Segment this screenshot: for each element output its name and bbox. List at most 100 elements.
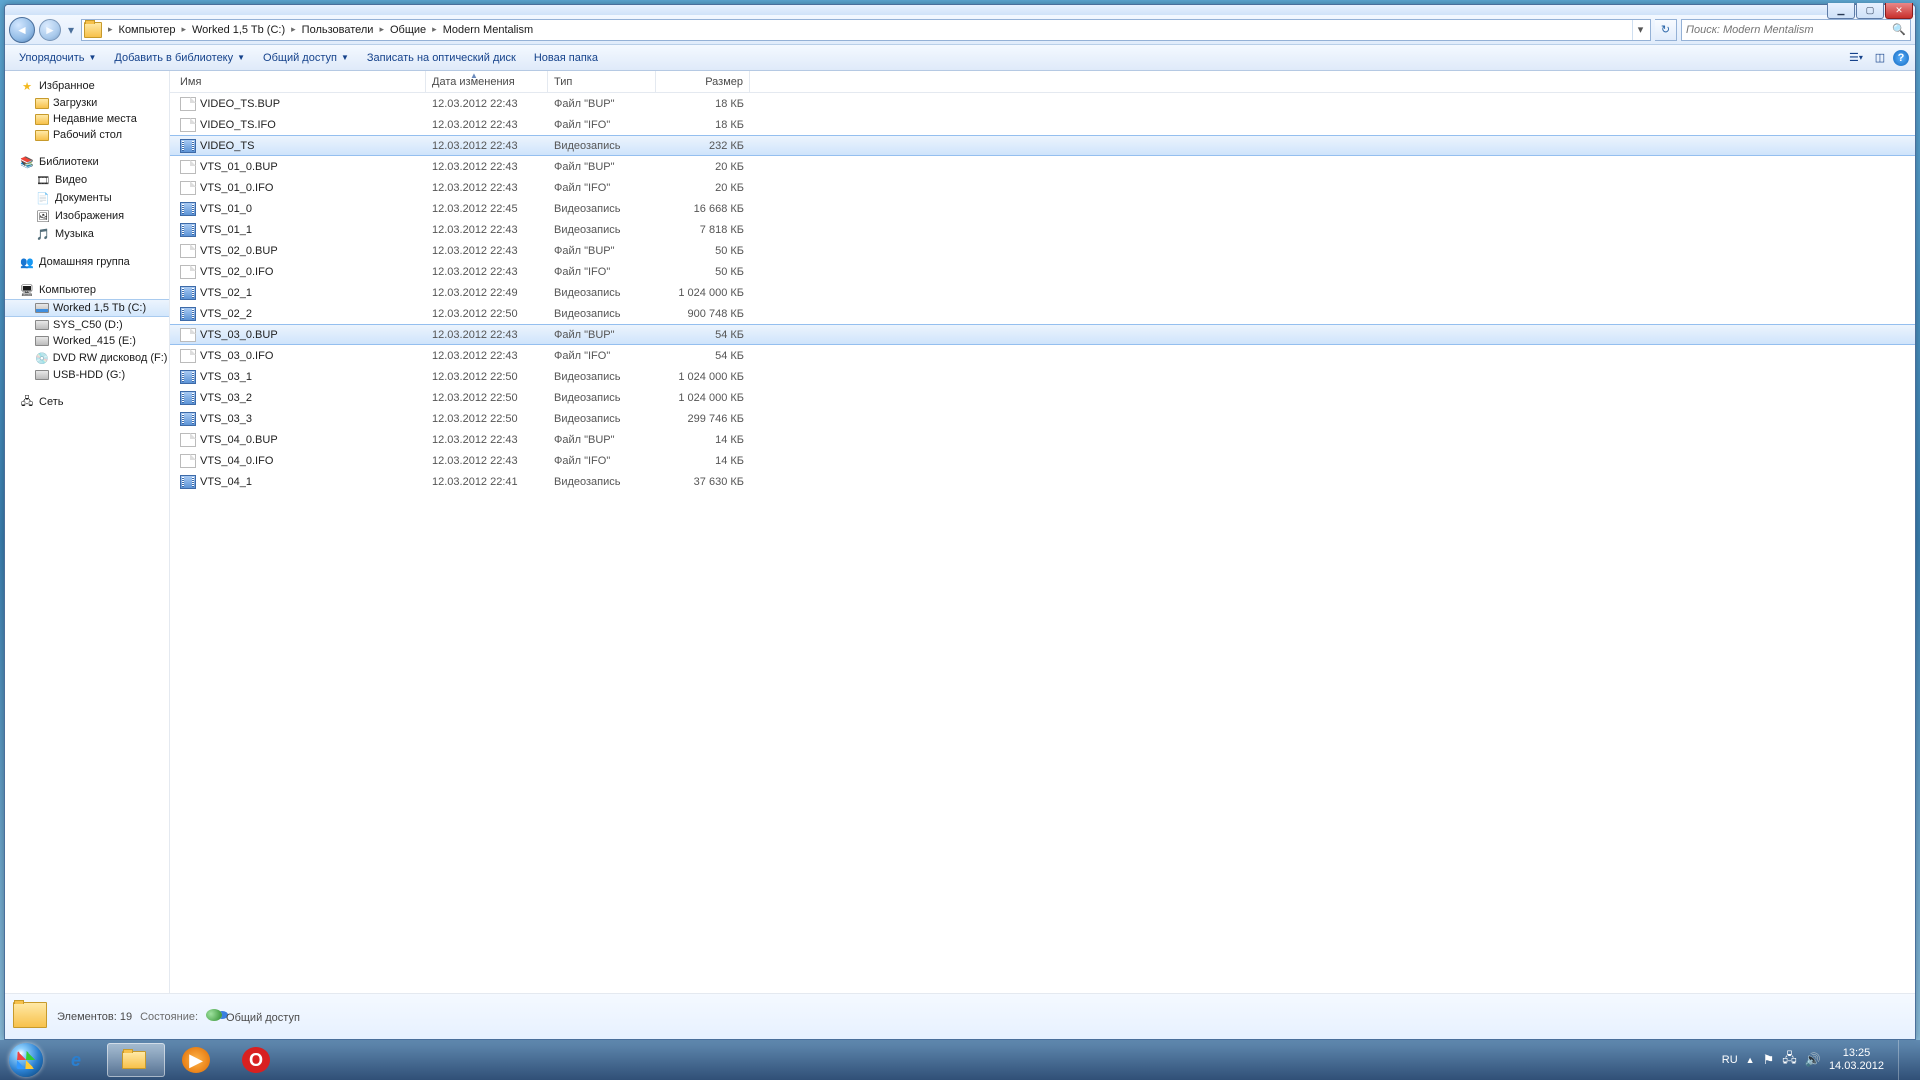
history-dropdown[interactable]: ▾ <box>65 17 77 43</box>
chevron-right-icon[interactable]: ▸ <box>377 24 386 35</box>
file-row[interactable]: VIDEO_TS12.03.2012 22:43Видеозапись232 К… <box>170 135 1915 156</box>
close-button[interactable]: ✕ <box>1885 3 1913 19</box>
back-button[interactable]: ◄ <box>9 17 35 43</box>
file-row[interactable]: VTS_03_0.BUP12.03.2012 22:43Файл "BUP"54… <box>170 324 1915 345</box>
breadcrumb-segment[interactable]: Компьютер <box>115 20 180 40</box>
file-date: 12.03.2012 22:50 <box>426 371 548 383</box>
nav-desktop[interactable]: Рабочий стол <box>5 127 169 143</box>
file-row[interactable]: VTS_01_012.03.2012 22:45Видеозапись16 66… <box>170 198 1915 219</box>
new-folder-button[interactable]: Новая папка <box>526 49 606 67</box>
file-row[interactable]: VTS_04_0.BUP12.03.2012 22:43Файл "BUP"14… <box>170 429 1915 450</box>
tray-overflow-button[interactable]: ▲ <box>1746 1055 1755 1065</box>
file-row[interactable]: VTS_01_0.BUP12.03.2012 22:43Файл "BUP"20… <box>170 156 1915 177</box>
breadcrumb-bar[interactable]: ▸ Компьютер ▸ Worked 1,5 Tb (C:) ▸ Польз… <box>81 19 1651 41</box>
help-button[interactable]: ? <box>1893 50 1909 66</box>
refresh-button[interactable]: ↻ <box>1655 19 1677 41</box>
breadcrumb-dropdown[interactable]: ▾ <box>1632 20 1648 40</box>
file-row[interactable]: VTS_02_212.03.2012 22:50Видеозапись900 7… <box>170 303 1915 324</box>
add-to-library-button[interactable]: Добавить в библиотеку▼ <box>106 49 253 67</box>
breadcrumb-segment[interactable]: Пользователи <box>298 20 378 40</box>
file-type: Файл "IFO" <box>548 350 656 362</box>
file-row[interactable]: VTS_01_112.03.2012 22:43Видеозапись7 818… <box>170 219 1915 240</box>
titlebar[interactable]: ▁ ▢ ✕ <box>5 5 1915 15</box>
file-row[interactable]: VTS_04_112.03.2012 22:41Видеозапись37 63… <box>170 471 1915 492</box>
network-header[interactable]: 🖧Сеть <box>5 393 169 411</box>
homegroup-icon: 👥 <box>19 255 35 269</box>
minimize-button[interactable]: ▁ <box>1827 3 1855 19</box>
maximize-button[interactable]: ▢ <box>1856 3 1884 19</box>
file-row[interactable]: VTS_03_212.03.2012 22:50Видеозапись1 024… <box>170 387 1915 408</box>
share-button[interactable]: Общий доступ▼ <box>255 49 357 67</box>
nav-recent[interactable]: Недавние места <box>5 111 169 127</box>
network-tray-icon[interactable]: 🖧 <box>1782 1049 1797 1071</box>
search-icon[interactable]: 🔍 <box>1892 23 1906 36</box>
favorites-header[interactable]: ★Избранное <box>5 77 169 95</box>
nav-drive-d[interactable]: SYS_C50 (D:) <box>5 317 169 333</box>
file-date: 12.03.2012 22:49 <box>426 287 548 299</box>
computer-header[interactable]: 🖥Компьютер <box>5 281 169 299</box>
taskbar-wmp[interactable]: ▶ <box>167 1043 225 1077</box>
homegroup-header[interactable]: 👥Домашняя группа <box>5 253 169 271</box>
file-size: 18 КБ <box>656 119 750 131</box>
video-file-icon <box>180 475 196 489</box>
file-row[interactable]: VTS_03_312.03.2012 22:50Видеозапись299 7… <box>170 408 1915 429</box>
file-type: Видеозапись <box>548 392 656 404</box>
nav-drive-dvd[interactable]: 💿DVD RW дисковод (F:) <box>5 349 169 367</box>
column-headers: Имя ▲ Дата изменения Тип Размер <box>170 71 1915 93</box>
column-type[interactable]: Тип <box>548 71 656 92</box>
burn-button[interactable]: Записать на оптический диск <box>359 49 524 67</box>
video-file-icon <box>180 139 196 153</box>
preview-pane-button[interactable]: ◫ <box>1869 48 1891 68</box>
network-icon: 🖧 <box>19 395 35 409</box>
nav-pictures[interactable]: 🖼Изображения <box>5 207 169 225</box>
organize-button[interactable]: Упорядочить▼ <box>11 49 104 67</box>
file-name: VTS_01_1 <box>200 224 252 236</box>
nav-drive-e[interactable]: Worked_415 (E:) <box>5 333 169 349</box>
file-row[interactable]: VTS_02_0.IFO12.03.2012 22:43Файл "IFO"50… <box>170 261 1915 282</box>
language-indicator[interactable]: RU <box>1722 1054 1738 1066</box>
nav-drive-usb[interactable]: USB-HDD (G:) <box>5 367 169 383</box>
forward-button[interactable]: ► <box>39 19 61 41</box>
nav-drive-c[interactable]: Worked 1,5 Tb (C:) <box>5 299 169 317</box>
search-input[interactable] <box>1686 24 1892 36</box>
file-row[interactable]: VTS_01_0.IFO12.03.2012 22:43Файл "IFO"20… <box>170 177 1915 198</box>
start-button[interactable] <box>6 1040 46 1080</box>
breadcrumb-segment[interactable]: Общие <box>386 20 430 40</box>
nav-video[interactable]: 🎞Видео <box>5 171 169 189</box>
library-icon: 📚 <box>19 155 35 169</box>
file-row[interactable]: VTS_04_0.IFO12.03.2012 22:43Файл "IFO"14… <box>170 450 1915 471</box>
file-row[interactable]: VTS_02_0.BUP12.03.2012 22:43Файл "BUP"50… <box>170 240 1915 261</box>
clock[interactable]: 13:25 14.03.2012 <box>1829 1047 1884 1073</box>
file-name: VTS_02_0.IFO <box>200 266 273 278</box>
column-date[interactable]: Дата изменения <box>426 71 548 92</box>
file-row[interactable]: VTS_03_112.03.2012 22:50Видеозапись1 024… <box>170 366 1915 387</box>
chevron-right-icon[interactable]: ▸ <box>289 24 298 35</box>
breadcrumb-segment[interactable]: Worked 1,5 Tb (C:) <box>188 20 289 40</box>
show-desktop-button[interactable] <box>1898 1040 1908 1080</box>
flag-icon[interactable]: ⚑ <box>1763 1052 1775 1068</box>
explorer-window: ▁ ▢ ✕ ◄ ► ▾ ▸ Компьютер ▸ Worked 1,5 Tb … <box>4 4 1916 1040</box>
file-row[interactable]: VIDEO_TS.IFO12.03.2012 22:43Файл "IFO"18… <box>170 114 1915 135</box>
file-name: VTS_03_2 <box>200 392 252 404</box>
taskbar-opera[interactable]: O <box>227 1043 285 1077</box>
breadcrumb-segment[interactable]: Modern Mentalism <box>439 20 537 40</box>
column-size[interactable]: Размер <box>656 71 750 92</box>
chevron-right-icon[interactable]: ▸ <box>106 24 115 35</box>
taskbar[interactable]: e ▶ O RU ▲ ⚑ 🖧 🔊 13:25 14.03.2012 <box>0 1040 1920 1080</box>
taskbar-explorer[interactable] <box>107 1043 165 1077</box>
taskbar-ie[interactable]: e <box>47 1043 105 1077</box>
file-row[interactable]: VIDEO_TS.BUP12.03.2012 22:43Файл "BUP"18… <box>170 93 1915 114</box>
file-row[interactable]: VTS_02_112.03.2012 22:49Видеозапись1 024… <box>170 282 1915 303</box>
volume-icon[interactable]: 🔊 <box>1805 1052 1821 1068</box>
file-date: 12.03.2012 22:43 <box>426 329 548 341</box>
search-box[interactable]: 🔍 <box>1681 19 1911 41</box>
view-mode-button[interactable]: ☰▾ <box>1845 48 1867 68</box>
file-row[interactable]: VTS_03_0.IFO12.03.2012 22:43Файл "IFO"54… <box>170 345 1915 366</box>
nav-documents[interactable]: 📄Документы <box>5 189 169 207</box>
libraries-header[interactable]: 📚Библиотеки <box>5 153 169 171</box>
nav-music[interactable]: 🎵Музыка <box>5 225 169 243</box>
nav-downloads[interactable]: Загрузки <box>5 95 169 111</box>
column-name[interactable]: Имя <box>170 71 426 92</box>
chevron-right-icon[interactable]: ▸ <box>179 24 188 35</box>
chevron-right-icon[interactable]: ▸ <box>430 24 439 35</box>
